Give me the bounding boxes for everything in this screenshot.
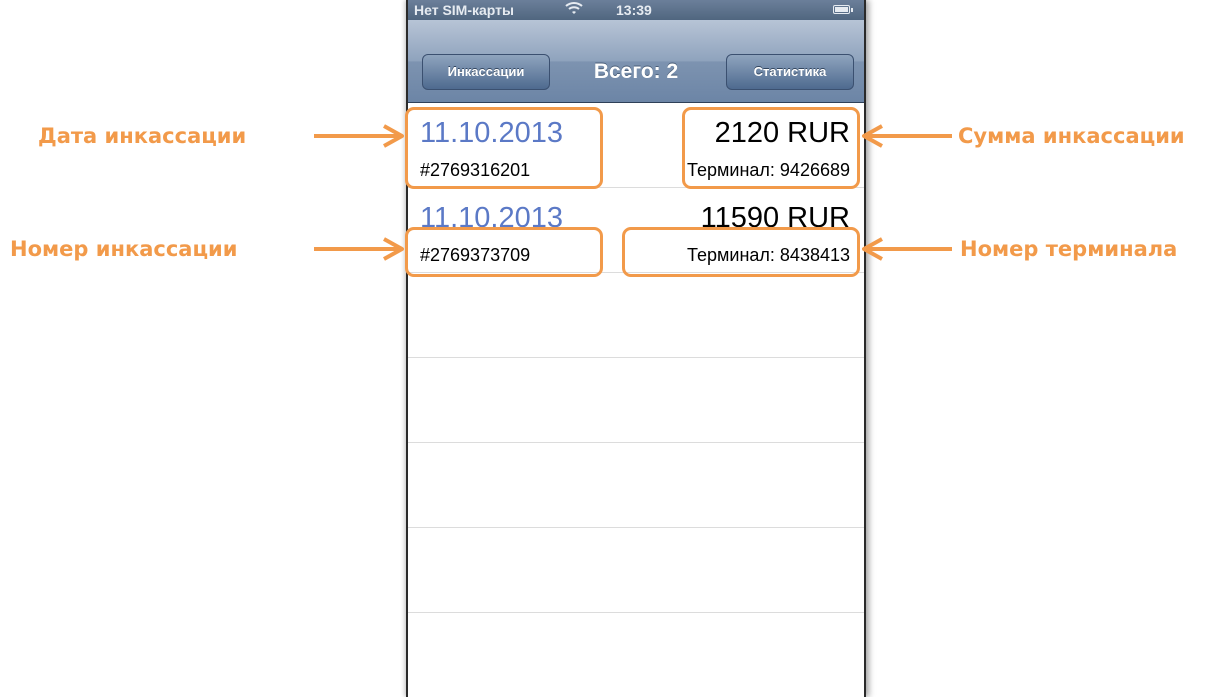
date-annotation-label: Дата инкассации — [38, 124, 247, 148]
number-annotation-label: Номер инкассации — [10, 237, 238, 261]
date-highlight-box — [405, 107, 603, 189]
terminal-annotation-label: Номер терминала — [960, 237, 1178, 261]
phone-screen: Нет SIM-карты 13:39 Инкассации Всего: 2 … — [406, 0, 866, 697]
date-arrow-icon — [314, 124, 404, 148]
wifi-icon — [564, 0, 584, 20]
amount-highlight-box — [682, 107, 860, 189]
battery-icon — [833, 5, 853, 14]
empty-row — [408, 528, 864, 613]
statistics-button[interactable]: Статистика — [726, 54, 854, 90]
amount-arrow-icon — [862, 124, 952, 148]
empty-row — [408, 358, 864, 443]
empty-row — [408, 613, 864, 697]
collection-list: 11.10.2013 2120 RUR #2769316201 Терминал… — [408, 103, 864, 697]
navigation-bar: Инкассации Всего: 2 Статистика — [408, 20, 864, 103]
empty-row — [408, 273, 864, 358]
empty-row — [408, 443, 864, 528]
terminal-arrow-icon — [862, 237, 952, 261]
clock: 13:39 — [616, 2, 652, 18]
amount-annotation-label: Сумма инкассации — [958, 124, 1185, 148]
status-bar: Нет SIM-карты 13:39 — [408, 0, 864, 20]
number-arrow-icon — [314, 237, 404, 261]
number-highlight-box — [405, 227, 603, 277]
terminal-highlight-box — [622, 227, 860, 277]
carrier-label: Нет SIM-карты — [414, 2, 514, 18]
